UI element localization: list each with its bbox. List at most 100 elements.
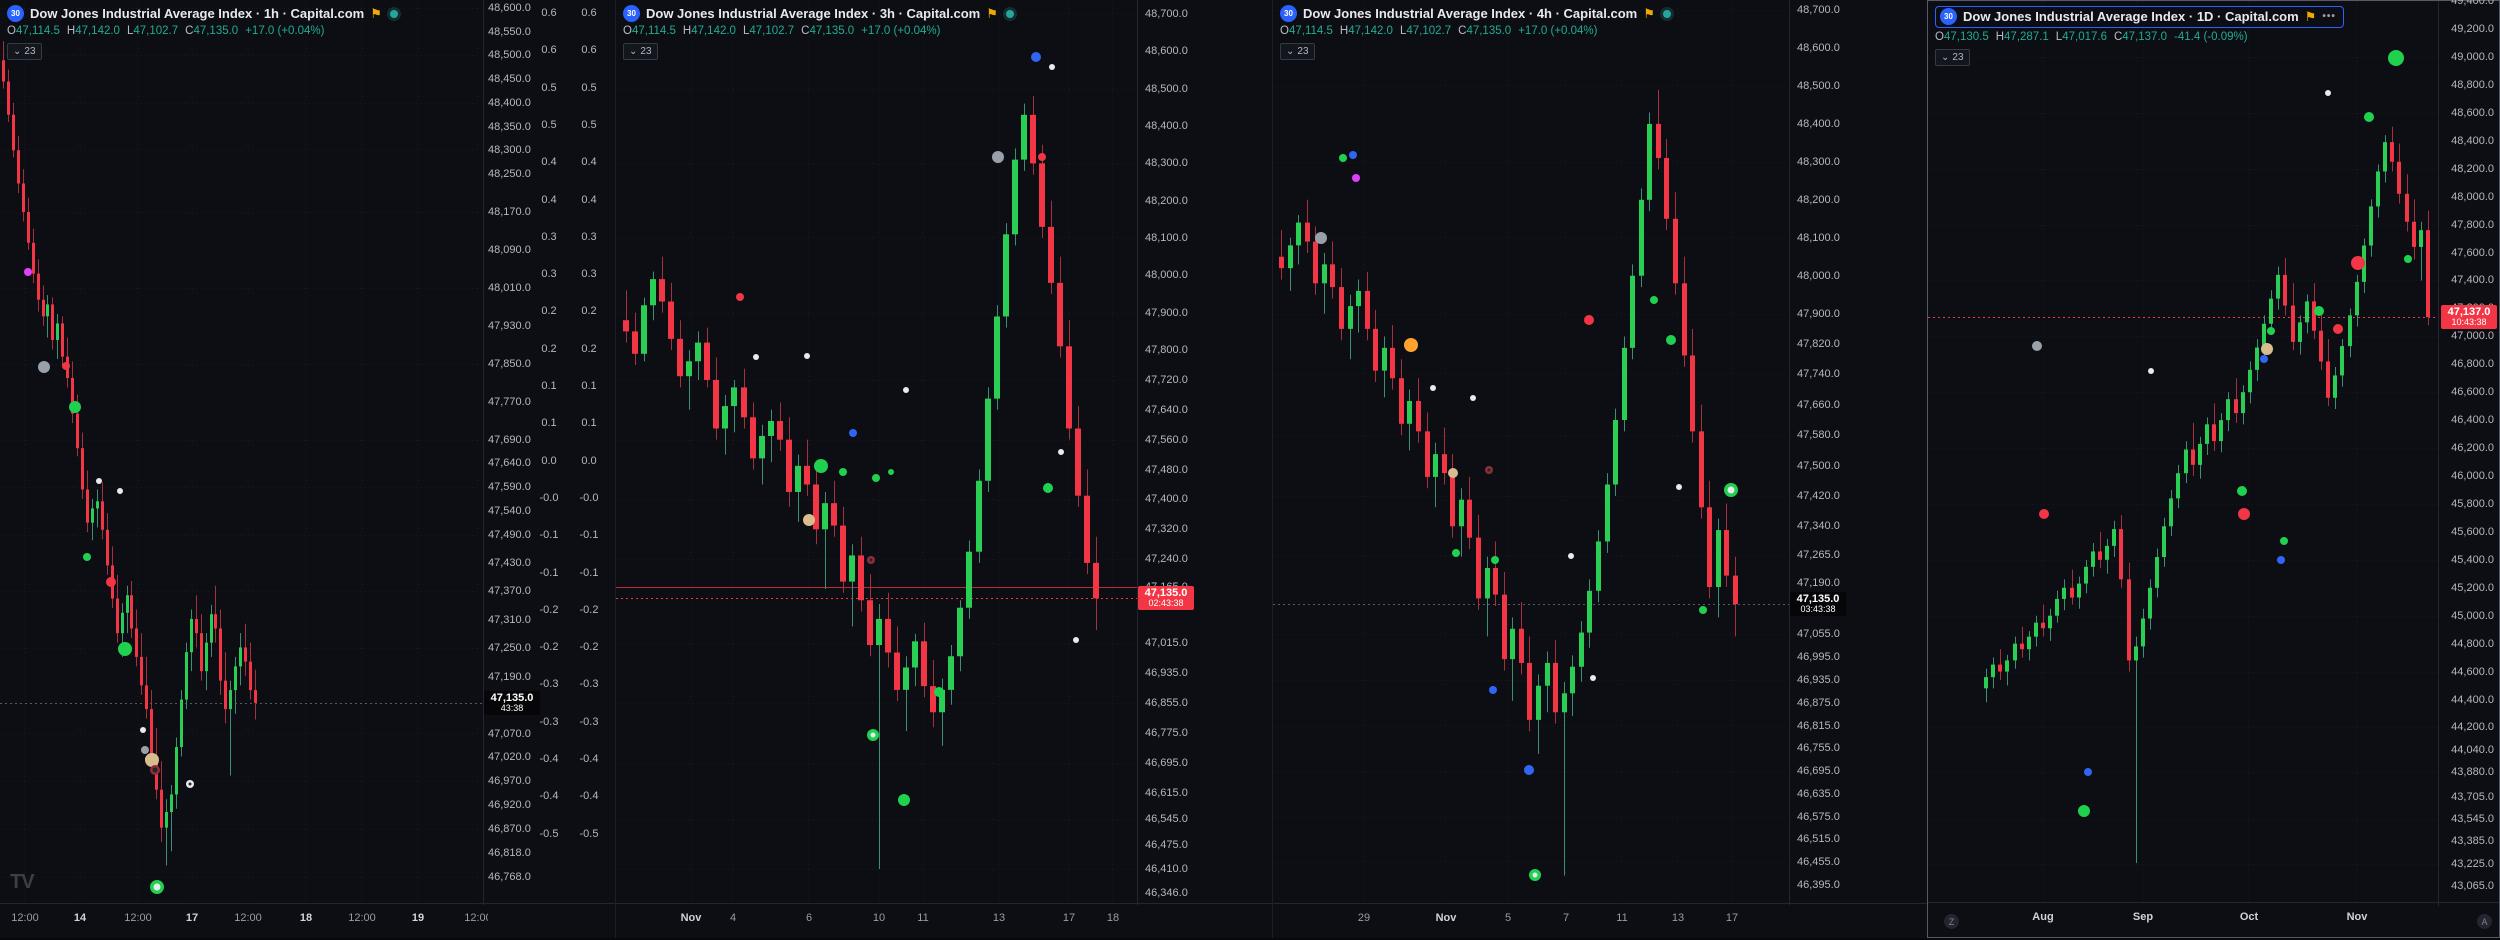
price-axis-label: 47,070.0 xyxy=(488,728,531,740)
price-axis-label: 48,600.0 xyxy=(2451,107,2494,119)
chart-title[interactable]: Dow Jones Industrial Average Index · 4h … xyxy=(1303,6,1637,21)
indicator-scale-label: 0.2 xyxy=(576,343,602,355)
open-label: O47,130.5 xyxy=(1935,31,1989,43)
chart-panel-1h[interactable]: 48,600.048,550.048,500.048,450.048,400.0… xyxy=(0,0,615,938)
price-axis-label: 49,000.0 xyxy=(2451,51,2494,63)
indicator-count: 23 xyxy=(640,46,651,57)
indicator-scale-label: 0.6 xyxy=(536,44,562,56)
symbol-logo-dj30-icon[interactable]: 30 xyxy=(1280,5,1297,22)
price-axis-label: 47,820.0 xyxy=(1797,338,1840,350)
chart-plot-area[interactable] xyxy=(1928,1,2438,906)
price-axis-label: 44,600.0 xyxy=(2451,666,2494,678)
price-axis-label: 46,600.0 xyxy=(2451,386,2494,398)
indicator-scale-label: 0.2 xyxy=(576,305,602,317)
price-axis-label: 48,400.0 xyxy=(1797,118,1840,130)
open-label: O47,114.5 xyxy=(623,25,676,37)
price-axis-label: 47,320.0 xyxy=(1145,523,1188,535)
indicator-scale-label: 0.6 xyxy=(536,7,562,19)
change-label: +17.0 (+0.04%) xyxy=(1518,25,1597,37)
time-axis-label: Nov xyxy=(681,912,702,924)
symbol-logo-dj30-icon[interactable]: 30 xyxy=(7,5,24,22)
price-axis-label: 46,635.0 xyxy=(1797,788,1840,800)
flag-icon[interactable]: ⚑ xyxy=(2305,10,2317,23)
time-axis-label: 17 xyxy=(186,912,198,924)
chart-plot-area[interactable] xyxy=(616,0,1137,905)
time-axis[interactable]: Nov461011131718 xyxy=(616,903,1272,938)
time-axis[interactable]: 12:001412:001712:001812:001912:00 xyxy=(0,903,615,938)
indicator-scale-label: 0.3 xyxy=(576,268,602,280)
legend-title-row-selected[interactable]: 30 Dow Jones Industrial Average Index · … xyxy=(1935,6,2344,28)
market-status-icon[interactable] xyxy=(1663,10,1671,18)
indicators-collapsed-badge[interactable]: ⌄ 23 xyxy=(1280,43,1315,60)
price-axis[interactable]: 48,700.048,600.048,500.048,400.048,300.0… xyxy=(1789,0,1929,905)
price-axis[interactable]: 48,700.048,600.048,500.048,400.048,300.0… xyxy=(1137,0,1274,905)
legend-title-row: 30 Dow Jones Industrial Average Index · … xyxy=(623,5,1014,22)
indicator-scale-label: 0.2 xyxy=(536,305,562,317)
price-axis-label: 48,300.0 xyxy=(1797,156,1840,168)
indicator-scale-label: 0.4 xyxy=(576,156,602,168)
open-label: O47,114.5 xyxy=(1280,25,1333,37)
price-axis[interactable]: 49,400.049,200.049,000.048,800.048,600.0… xyxy=(2438,1,2500,906)
time-axis-label: Sep xyxy=(2133,911,2153,923)
price-axis-label: 47,600.0 xyxy=(2451,247,2494,259)
indicators-collapsed-badge[interactable]: ⌄ 23 xyxy=(1935,49,1970,66)
price-axis-label: 47,640.0 xyxy=(1145,404,1188,416)
price-axis-label: 46,695.0 xyxy=(1797,765,1840,777)
chart-plot-area[interactable] xyxy=(0,0,483,905)
time-axis-label: 17 xyxy=(1063,912,1075,924)
time-axis-label: Oct xyxy=(2240,911,2258,923)
low-label: L47,102.7 xyxy=(743,25,794,37)
ohlc-row: O47,130.5 H47,287.1 L47,017.6 C47,137.0 … xyxy=(1935,31,2344,43)
chart-panel-3h[interactable]: 48,700.048,600.048,500.048,400.048,300.0… xyxy=(615,0,1272,938)
more-options-icon[interactable]: ••• xyxy=(2322,11,2336,22)
chart-plot-area[interactable] xyxy=(1273,0,1789,905)
chart-title[interactable]: Dow Jones Industrial Average Index · 1h … xyxy=(30,6,364,21)
price-axis-label: 46,855.0 xyxy=(1145,697,1188,709)
high-label: H47,142.0 xyxy=(683,25,736,37)
indicator-scale-label: 0.3 xyxy=(536,231,562,243)
price-axis-label: 48,100.0 xyxy=(1145,232,1188,244)
chevron-down-icon: ⌄ xyxy=(1941,52,1949,63)
auto-scale-button[interactable]: A xyxy=(2477,914,2492,929)
price-axis-label: 48,400.0 xyxy=(1145,120,1188,132)
tradingview-logo-icon[interactable]: TV xyxy=(10,871,34,894)
indicator-scale-label: -0.2 xyxy=(536,604,562,616)
price-axis-label: 48,600.0 xyxy=(488,2,531,14)
timezone-button[interactable]: Z xyxy=(1944,914,1959,929)
symbol-logo-dj30-icon[interactable]: 30 xyxy=(1940,8,1957,25)
time-axis-label: 13 xyxy=(993,912,1005,924)
price-axis-label: 48,400.0 xyxy=(2451,135,2494,147)
chart-panel-1d[interactable]: 49,400.049,200.049,000.048,800.048,600.0… xyxy=(1927,0,2500,938)
price-axis-label: 48,000.0 xyxy=(1145,269,1188,281)
flag-icon[interactable]: ⚑ xyxy=(1643,7,1655,20)
chart-title[interactable]: Dow Jones Industrial Average Index · 1D … xyxy=(1963,9,2299,24)
price-axis-label: 46,695.0 xyxy=(1145,757,1188,769)
flag-icon[interactable]: ⚑ xyxy=(986,7,998,20)
price-axis-label: 46,515.0 xyxy=(1797,833,1840,845)
time-axis[interactable]: 29Nov57111317 xyxy=(1273,903,1927,938)
market-status-icon[interactable] xyxy=(1006,10,1014,18)
price-axis-label: 47,480.0 xyxy=(1145,464,1188,476)
symbol-logo-dj30-icon[interactable]: 30 xyxy=(623,5,640,22)
close-label: C47,135.0 xyxy=(801,25,854,37)
ohlc-row: O47,114.5 H47,142.0 L47,102.7 C47,135.0 … xyxy=(1280,25,1671,37)
price-axis-label: 45,400.0 xyxy=(2451,554,2494,566)
time-axis-label: 18 xyxy=(300,912,312,924)
low-label: L47,102.7 xyxy=(127,25,178,37)
price-axis-label: 46,615.0 xyxy=(1145,787,1188,799)
time-axis[interactable]: AugSepOctNov xyxy=(1928,902,2499,937)
price-axis-label: 48,450.0 xyxy=(488,73,531,85)
ohlc-row: O47,114.5 H47,142.0 L47,102.7 C47,135.0 … xyxy=(7,25,398,37)
flag-icon[interactable]: ⚑ xyxy=(370,7,382,20)
price-axis[interactable]: 48,600.048,550.048,500.048,450.048,400.0… xyxy=(483,0,616,905)
chart-title[interactable]: Dow Jones Industrial Average Index · 3h … xyxy=(646,6,980,21)
indicators-collapsed-badge[interactable]: ⌄ 23 xyxy=(7,43,42,60)
change-label: +17.0 (+0.04%) xyxy=(245,25,324,37)
chart-panel-4h[interactable]: 48,700.048,600.048,500.048,400.048,300.0… xyxy=(1272,0,1927,938)
price-axis-label: 46,575.0 xyxy=(1797,811,1840,823)
indicator-scale-label: 0.0 xyxy=(576,455,602,467)
market-status-icon[interactable] xyxy=(390,10,398,18)
indicators-collapsed-badge[interactable]: ⌄ 23 xyxy=(623,43,658,60)
price-axis-label: 47,265.0 xyxy=(1797,549,1840,561)
indicator-scale-label: -0.3 xyxy=(536,678,562,690)
